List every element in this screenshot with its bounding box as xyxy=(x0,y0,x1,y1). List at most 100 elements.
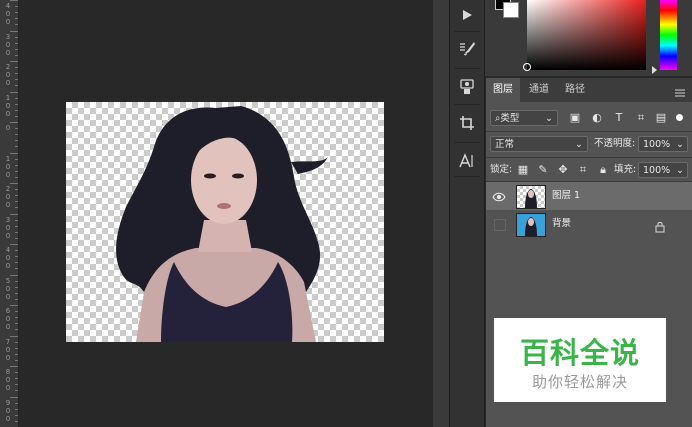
tool-divider xyxy=(454,142,480,143)
lock-image-pixels-icon[interactable]: ✎ xyxy=(536,163,550,177)
color-picker-field[interactable] xyxy=(523,0,646,71)
ruler-tick xyxy=(15,67,18,69)
ruler-tick xyxy=(10,274,18,276)
ruler-tick xyxy=(15,390,18,392)
ruler-tick xyxy=(10,335,18,337)
ruler-tick xyxy=(15,24,18,26)
vertical-ruler[interactable]: 4 0 0 3 0 0 2 0 0 1 0 0 0 1 0 0 2 0 0 3 0 0 4 0 … xyxy=(0,0,19,427)
type-filter-icon[interactable]: T xyxy=(612,111,626,125)
watermark-subtitle: 助你轻松解决 xyxy=(531,373,628,391)
tool-divider xyxy=(454,31,480,32)
ruler-tick xyxy=(15,353,18,355)
smart-object-filter-icon[interactable]: ▤ xyxy=(654,111,668,125)
eye-icon[interactable] xyxy=(492,189,506,203)
ruler-label: 4 0 0 xyxy=(5,2,11,26)
brush-settings-icon[interactable] xyxy=(450,34,484,64)
ruler-tick xyxy=(15,140,18,142)
panel-menu-icon[interactable] xyxy=(674,84,686,97)
lock-transparent-pixels-icon[interactable]: ▦ xyxy=(516,163,530,177)
divider xyxy=(486,157,692,158)
face-shape xyxy=(191,136,257,224)
layer-filter-row: ⌕类型 ⌄ ▣ ◐ T ⌗ ▤ xyxy=(486,107,692,130)
opacity-input[interactable]: 100% ⌄ xyxy=(638,136,688,152)
layer-thumbnail xyxy=(516,185,546,209)
blend-row: 正常 ⌄ 不透明度: 100% ⌄ xyxy=(486,134,692,157)
ruler-tick xyxy=(15,347,18,349)
lock-icon[interactable] xyxy=(654,218,666,233)
ruler-tick xyxy=(15,341,18,343)
character-icon[interactable] xyxy=(450,146,484,176)
ruler-tick xyxy=(10,91,18,93)
panel-tool-strip xyxy=(449,0,485,427)
color-picker-cursor[interactable] xyxy=(523,63,531,71)
tool-divider xyxy=(454,104,480,105)
portrait-image xyxy=(116,106,328,342)
ruler-label: 8 0 0 xyxy=(5,368,11,392)
divider xyxy=(486,131,692,132)
tab-paths[interactable]: 路径 xyxy=(558,78,592,102)
hue-slider-arrow[interactable] xyxy=(652,66,657,74)
ruler-tick xyxy=(15,372,18,374)
ruler-tick xyxy=(15,408,18,410)
ruler-tick xyxy=(15,237,18,239)
ruler-tick xyxy=(10,366,18,367)
ruler-tick xyxy=(10,152,18,154)
lock-all-icon[interactable]: 🔒︎ xyxy=(596,163,610,177)
pixel-filter-icon[interactable]: ▣ xyxy=(568,111,582,125)
ruler-label: 7 0 0 xyxy=(5,337,11,362)
layer-row-background[interactable]: 背景 xyxy=(486,210,692,238)
chevron-down-icon: ⌄ xyxy=(676,165,684,176)
lock-position-icon[interactable]: ✥ xyxy=(556,163,570,177)
watermark-logo: 百科全说 助你轻松解决 xyxy=(494,318,666,402)
ruler-tick xyxy=(15,12,18,14)
ruler-tick xyxy=(10,122,18,123)
ruler-tick xyxy=(15,146,18,148)
ruler-tick xyxy=(15,225,18,227)
visibility-toggle[interactable] xyxy=(492,217,506,231)
fill-input[interactable]: 100% ⌄ xyxy=(638,162,688,178)
tab-layers[interactable]: 图层 xyxy=(486,78,520,102)
layer-filter-select[interactable]: ⌕类型 ⌄ xyxy=(490,110,558,126)
ruler-tick xyxy=(15,48,18,50)
ruler-tick xyxy=(15,268,18,270)
clone-source-icon[interactable] xyxy=(450,72,484,102)
ruler-tick xyxy=(15,256,18,258)
ruler-tick xyxy=(15,286,18,288)
hue-slider[interactable] xyxy=(660,0,677,70)
ruler-label: 2 0 0 xyxy=(5,185,11,209)
background-color-swatch[interactable] xyxy=(503,2,519,18)
blend-mode-select[interactable]: 正常 ⌄ xyxy=(490,136,588,152)
ruler-tick xyxy=(15,292,18,294)
ruler-tick xyxy=(15,6,18,8)
ruler-tick xyxy=(15,311,18,313)
ruler-tick xyxy=(15,85,18,87)
ruler-label: 1 0 0 xyxy=(5,93,11,118)
ruler-tick xyxy=(15,219,18,221)
ruler-tick xyxy=(15,79,18,81)
ruler-label: 6 0 0 xyxy=(5,307,11,331)
ruler-tick xyxy=(15,195,18,197)
panel-divider[interactable] xyxy=(433,0,449,427)
ruler-tick xyxy=(15,164,18,166)
ruler-tick xyxy=(10,213,18,215)
ruler-label: 1 0 0 xyxy=(5,154,11,179)
ruler-label: 3 0 0 xyxy=(5,215,11,240)
ruler-label: 5 0 0 xyxy=(5,276,11,301)
ruler-tick xyxy=(15,73,18,75)
ruler-tick xyxy=(15,420,18,422)
ruler-tick xyxy=(15,189,18,191)
shape-filter-icon[interactable]: ⌗ xyxy=(634,111,648,125)
filter-toggle-icon[interactable] xyxy=(676,114,683,121)
ruler-tick xyxy=(15,384,18,386)
ruler-tick xyxy=(15,298,18,300)
document-canvas[interactable] xyxy=(66,102,384,342)
lock-artboard-icon[interactable]: ⌗ xyxy=(576,163,590,177)
crop-icon[interactable] xyxy=(450,108,484,138)
layer-row-layer1[interactable]: 图层 1 xyxy=(486,182,692,210)
ruler-tick xyxy=(15,359,18,361)
play-icon[interactable] xyxy=(450,0,484,30)
tab-channels[interactable]: 通道 xyxy=(522,78,556,102)
ruler-label: 2 0 0 xyxy=(5,63,11,87)
adjustment-filter-icon[interactable]: ◐ xyxy=(590,111,604,125)
ruler-tick xyxy=(15,402,18,404)
